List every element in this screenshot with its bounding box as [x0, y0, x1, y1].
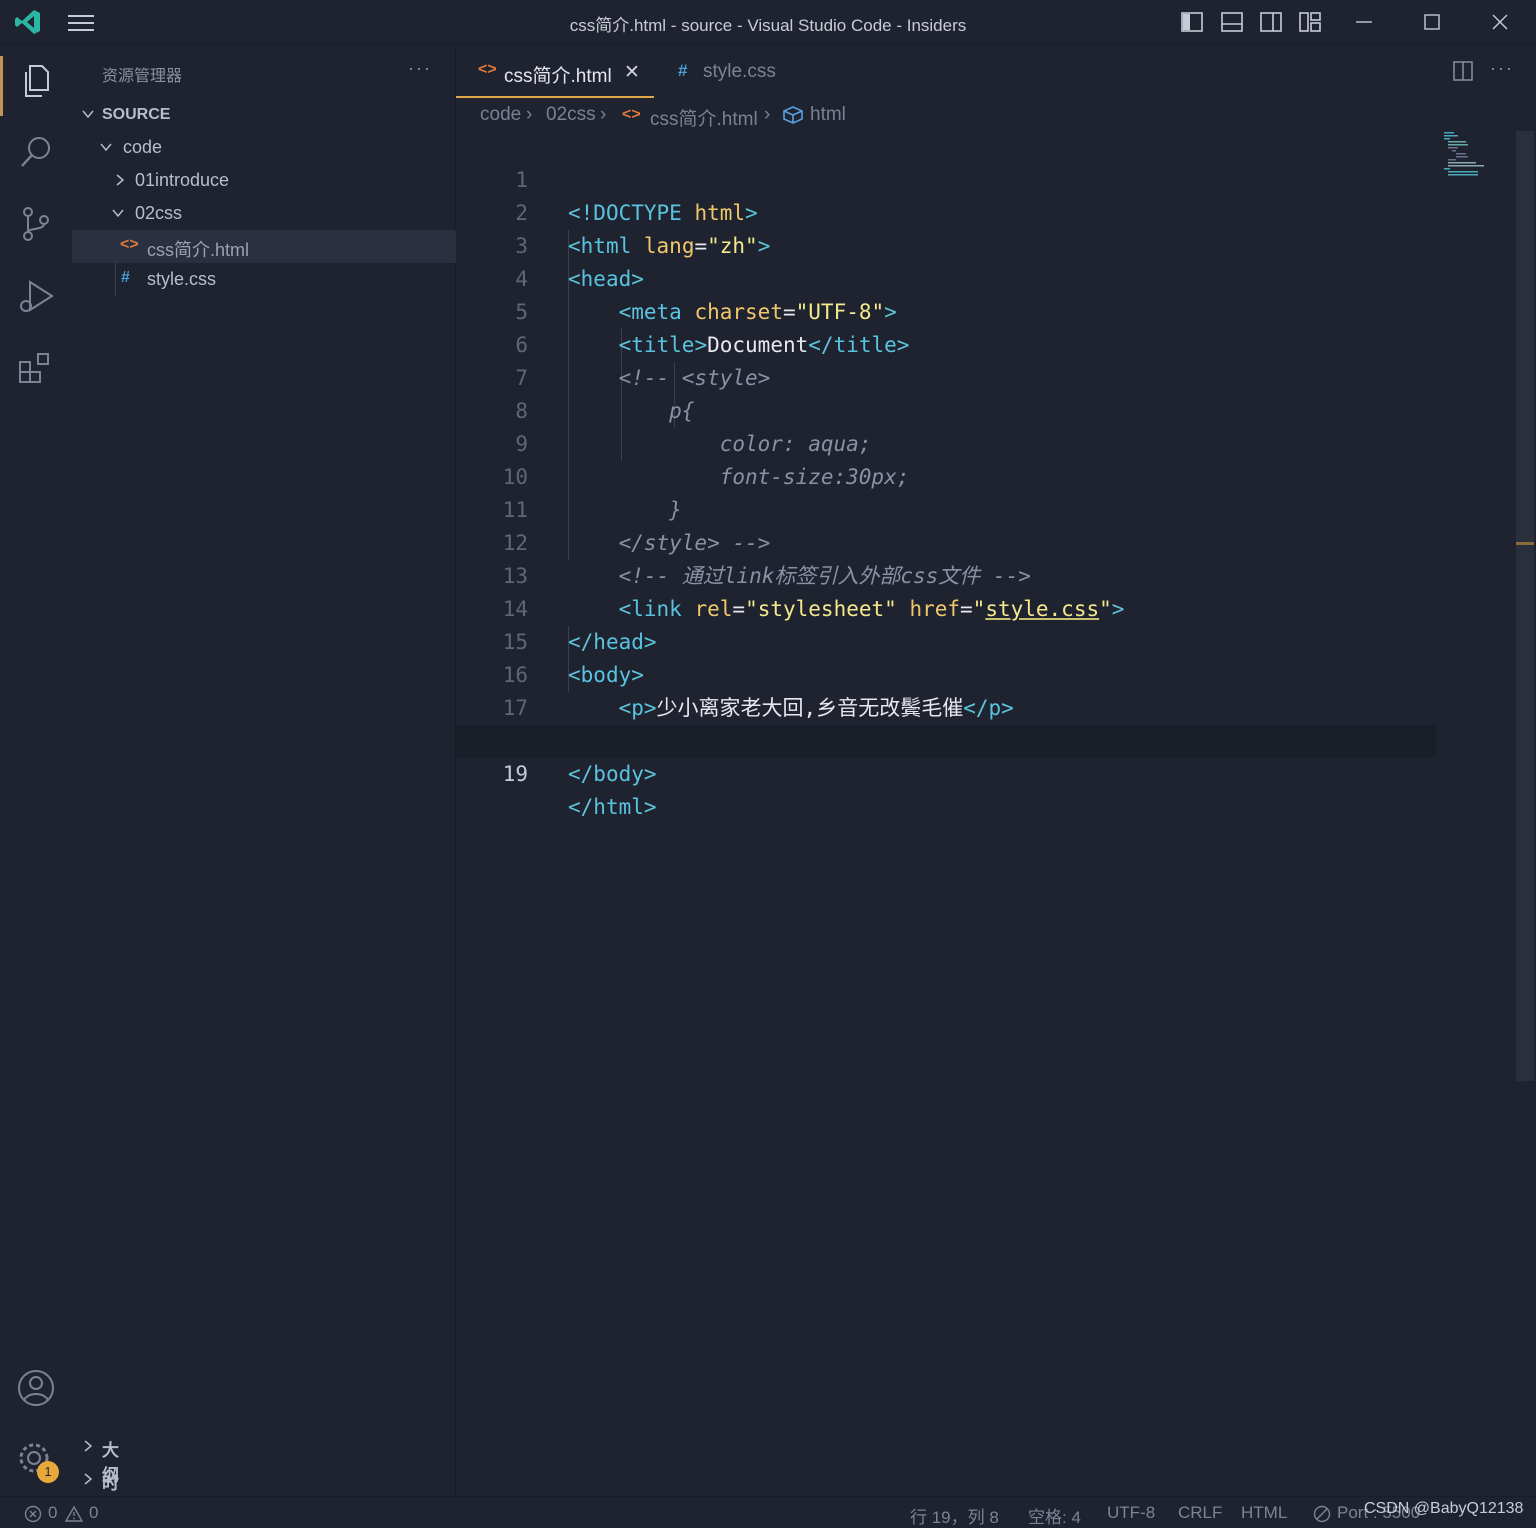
tree-folder-02css[interactable]: 02css: [72, 197, 456, 230]
tab-css-intro-html[interactable]: <> css简介.html ✕: [456, 44, 654, 98]
css-file-icon: #: [121, 269, 130, 286]
html-file-icon: <>: [622, 106, 641, 123]
maximize-icon[interactable]: [1420, 10, 1444, 34]
html-file-icon: <>: [120, 236, 139, 253]
close-window-icon[interactable]: [1488, 10, 1512, 34]
chevron-right-icon: [116, 174, 125, 186]
tree-item-label: code: [123, 137, 163, 157]
chevron-down-icon: [82, 110, 94, 119]
tree-file-style-css[interactable]: # style.css: [72, 263, 456, 296]
extensions-icon[interactable]: [16, 348, 56, 388]
code-line: 12 <!-- 通过link标签引入外部css文件 -->: [456, 494, 1456, 588]
tree-item-label: style.css: [147, 269, 217, 289]
customize-layout-icon[interactable]: [1298, 10, 1322, 34]
tree-item-label: 02css: [135, 203, 183, 223]
activity-bar: 1: [0, 44, 72, 1496]
token: body: [593, 762, 644, 786]
sidebar-more-button[interactable]: ···: [408, 58, 432, 79]
title-bar: css简介.html - source - Visual Studio Code…: [0, 0, 1536, 44]
tree-root-source[interactable]: SOURCE: [72, 98, 456, 131]
explorer-sidebar: 资源管理器 ··· SOURCE code 01introduce 02css …: [72, 44, 456, 1496]
source-control-icon[interactable]: [16, 204, 56, 244]
code-line: 6 <!-- <style>: [456, 296, 1456, 390]
accounts-icon[interactable]: [16, 1368, 56, 1408]
code-line-current: 19 </html>: [456, 725, 1436, 819]
token: html: [593, 795, 644, 819]
code-editor[interactable]: 1 <!DOCTYPE html> 2 <html lang="zh"> 3 <…: [456, 131, 1516, 1496]
warning-icon[interactable]: [64, 1505, 84, 1523]
breadcrumb-sep: ›: [526, 104, 533, 125]
minimize-icon[interactable]: [1352, 10, 1376, 34]
editor-more-button[interactable]: ···: [1490, 58, 1514, 79]
code-line: 5 <title>Document</title>: [456, 263, 1456, 357]
breadcrumb-item[interactable]: code: [480, 104, 521, 126]
code-line: 15 <body>: [456, 593, 1456, 687]
status-bar: 0 0 行 19，列 8 空格: 4 UTF-8 CRLF HTML Port …: [0, 1496, 1536, 1528]
tree-folder-01introduce[interactable]: 01introduce: [72, 164, 456, 197]
breadcrumb-item[interactable]: css简介.html: [650, 104, 758, 131]
tab-label: css简介.html: [504, 66, 612, 87]
code-line: 1 <!DOCTYPE html>: [456, 131, 1456, 225]
language-mode[interactable]: HTML: [1241, 1503, 1287, 1523]
tree-folder-code[interactable]: code: [72, 131, 456, 164]
tab-label: style.css: [703, 61, 776, 82]
tree-item-label: css简介.html: [147, 240, 250, 260]
warning-count[interactable]: 0: [89, 1503, 98, 1523]
chevron-down-icon: [100, 143, 112, 152]
tab-close-icon[interactable]: ✕: [624, 61, 640, 84]
tree-item-label: 01introduce: [135, 170, 230, 190]
indentation[interactable]: 空格: 4: [1028, 1503, 1081, 1528]
code-line: 17 <p>少小离家老大回,乡音无改鬓毛催</p>: [456, 659, 1456, 753]
breadcrumb-item[interactable]: 02css: [546, 104, 596, 126]
code-line: 14 </head>: [456, 560, 1456, 654]
code-line: 11 </style> -->: [456, 461, 1456, 555]
breadcrumb-sep: ›: [600, 104, 607, 125]
toggle-secondary-sidebar-icon[interactable]: [1259, 10, 1283, 34]
watermark: CSDN @BabyQ12138: [1364, 1500, 1524, 1517]
cursor-position[interactable]: 行 19，列 8: [910, 1503, 999, 1528]
code-line: 7 p{: [456, 329, 1456, 423]
explorer-icon[interactable]: [16, 60, 56, 100]
sidebar-title: 资源管理器: [102, 68, 183, 85]
symbol-element-icon: [783, 106, 803, 124]
code-line: 18 </body>: [456, 692, 1456, 786]
code-line: 2 <html lang="zh">: [456, 164, 1456, 258]
encoding[interactable]: UTF-8: [1107, 1503, 1155, 1523]
toggle-panel-icon[interactable]: [1220, 10, 1244, 34]
port-block-icon: [1313, 1505, 1331, 1523]
tree-file-css-intro-html[interactable]: <> css简介.html: [72, 230, 456, 263]
chevron-right-icon: [84, 1440, 93, 1452]
split-editor-icon[interactable]: [1452, 60, 1474, 82]
tab-style-css[interactable]: # style.css: [662, 44, 802, 98]
search-icon[interactable]: [16, 132, 56, 172]
code-line: 4 <meta charset="UTF-8">: [456, 230, 1456, 324]
scrollbar-cursor-marker: [1516, 542, 1534, 545]
breadcrumb-sep: ›: [764, 104, 771, 125]
code-line: 16 <p>少小离家老大回,乡音无改鬓毛催</p>: [456, 626, 1456, 720]
code-line: 8 color: aqua;: [456, 362, 1456, 456]
chevron-right-icon: [84, 1473, 93, 1485]
chevron-down-icon: [112, 209, 124, 218]
breadcrumb: code › 02css › <> css简介.html › html: [456, 98, 1456, 132]
code-line: 13 <link rel="stylesheet" href="style.cs…: [456, 527, 1456, 621]
code-line: 10 }: [456, 428, 1456, 522]
settings-badge: 1: [37, 1461, 59, 1483]
code-line: 9 font-size:30px;: [456, 395, 1456, 489]
line-ending[interactable]: CRLF: [1178, 1503, 1222, 1523]
toggle-primary-sidebar-icon[interactable]: [1180, 10, 1204, 34]
editor-tabs: <> css简介.html ✕ # style.css ···: [456, 44, 1536, 98]
line-number: 19: [502, 762, 528, 786]
vertical-scrollbar[interactable]: [1516, 131, 1534, 1081]
html-file-icon: <>: [478, 61, 497, 78]
code-line: 3 <head>: [456, 197, 1456, 291]
error-icon[interactable]: [24, 1505, 42, 1523]
tree-root-label: SOURCE: [102, 106, 171, 123]
error-count[interactable]: 0: [48, 1503, 57, 1523]
run-debug-icon[interactable]: [16, 276, 56, 316]
css-file-icon: #: [678, 61, 688, 80]
indent-guide: [115, 263, 116, 296]
breadcrumb-item[interactable]: html: [810, 104, 846, 126]
active-indicator: [0, 56, 3, 116]
minimap[interactable]: [1440, 130, 1500, 180]
